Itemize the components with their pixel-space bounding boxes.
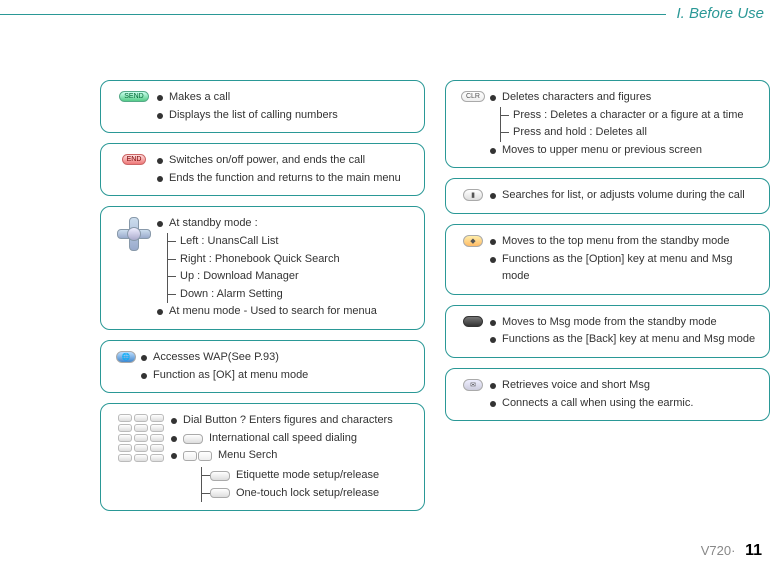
card-clr: CLR Deletes characters and figures Press…	[445, 80, 770, 168]
text: Moves to the top menu from the standby m…	[502, 233, 729, 251]
left-column: SEND Makes a call Displays the list of c…	[100, 80, 425, 521]
volume-key-icon: ▮	[463, 189, 483, 201]
clr-key-icon: CLR	[461, 91, 485, 102]
star-key-icon	[210, 471, 230, 481]
hash-key-icon	[210, 488, 230, 498]
text: Deletes characters and figures	[502, 89, 651, 107]
envelope-key-icon: ✉	[463, 379, 483, 391]
text: Displays the list of calling numbers	[169, 107, 338, 125]
split-key-icon	[183, 451, 212, 461]
card-option-key: ◆ Moves to the top menu from the standby…	[445, 224, 770, 295]
footer: V720· 11	[701, 542, 762, 560]
text: Etiquette mode setup/release	[236, 467, 379, 485]
card-keypad: Dial Button ? Enters figures and charact…	[100, 403, 425, 511]
text: Dial Button ? Enters figures and charact…	[183, 412, 393, 430]
text: Ends the function and returns to the mai…	[169, 170, 401, 188]
dpad-icon	[117, 217, 151, 251]
text: Menu Serch	[218, 447, 277, 465]
text: Down : Alarm Setting	[176, 286, 414, 304]
keypad-icon	[118, 414, 164, 462]
zero-key-icon	[183, 434, 203, 444]
card-msg-key: ✉ Retrieves voice and short Msg Connects…	[445, 368, 770, 421]
text: Accesses WAP(See P.93)	[153, 349, 279, 367]
text: International call speed dialing	[209, 430, 357, 448]
text: Functions as the [Option] key at menu an…	[502, 251, 759, 286]
text: Retrieves voice and short Msg	[502, 377, 650, 395]
page-number: 11	[745, 542, 762, 559]
end-key-icon: END	[122, 154, 147, 165]
text: Press : Deletes a character or a figure …	[509, 107, 759, 125]
right-column: CLR Deletes characters and figures Press…	[445, 80, 770, 521]
text: Functions as the [Back] key at menu and …	[502, 331, 755, 349]
globe-key-icon: 🌐	[116, 351, 136, 363]
text: Moves to Msg mode from the standby mode	[502, 314, 717, 332]
card-end-key: END Switches on/off power, and ends the …	[100, 143, 425, 196]
card-back-key: Moves to Msg mode from the standby mode …	[445, 305, 770, 358]
section-title: I. Before Use	[666, 5, 770, 22]
card-wap: 🌐 Accesses WAP(See P.93) Function as [OK…	[100, 340, 425, 393]
text: At standby mode :	[169, 215, 258, 233]
card-dpad: At standby mode : Left : UnansCall List …	[100, 206, 425, 330]
text: Connects a call when using the earmic.	[502, 395, 693, 413]
text: Up : Download Manager	[176, 268, 414, 286]
model-label: V720·	[701, 543, 736, 558]
text: Searches for list, or adjusts volume dur…	[502, 187, 745, 205]
text: One-touch lock setup/release	[236, 485, 379, 503]
text: Switches on/off power, and ends the call	[169, 152, 365, 170]
send-key-icon: SEND	[119, 91, 148, 102]
text: Right : Phonebook Quick Search	[176, 251, 414, 269]
card-volume: ▮ Searches for list, or adjusts volume d…	[445, 178, 770, 214]
text: At menu mode - Used to search for menua	[169, 303, 377, 321]
prism-key-icon: ◆	[463, 235, 483, 247]
text: Moves to upper menu or previous screen	[502, 142, 702, 160]
card-send-key: SEND Makes a call Displays the list of c…	[100, 80, 425, 133]
dark-key-icon	[463, 316, 483, 327]
text: Left : UnansCall List	[176, 233, 414, 251]
text: Function as [OK] at menu mode	[153, 367, 308, 385]
header-divider	[0, 14, 756, 15]
text: Makes a call	[169, 89, 230, 107]
text: Press and hold : Deletes all	[509, 124, 759, 142]
